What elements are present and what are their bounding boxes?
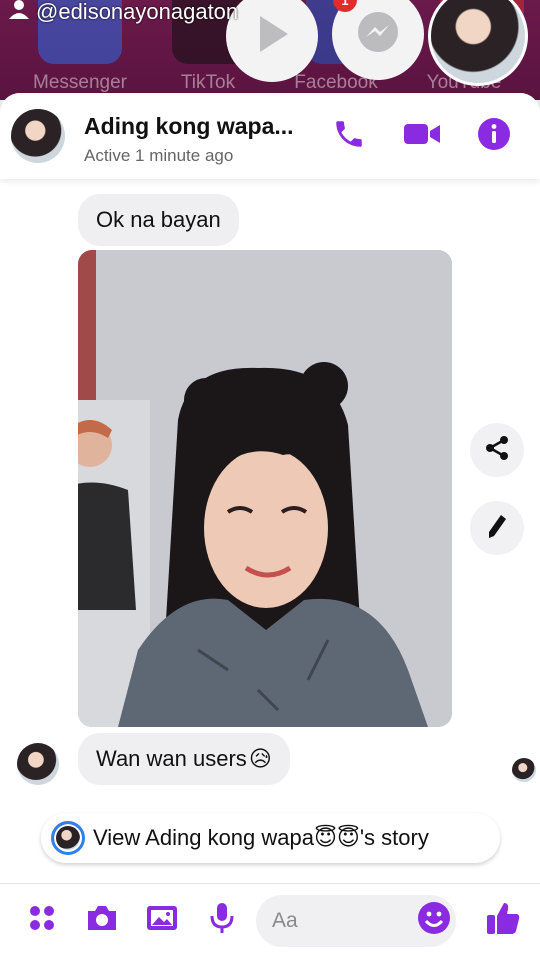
messenger-app-label: Messenger [33,72,127,93]
thumbs-up-icon [485,900,521,941]
play-icon [252,12,292,61]
active-status: Active 1 minute ago [84,146,234,165]
incoming-message[interactable]: Wan wan users 😥 [78,733,290,785]
pencil-icon [484,512,510,545]
gallery-button[interactable] [142,900,182,940]
story-label-emoji: 😇😇 [313,825,360,850]
share-button[interactable] [470,423,524,477]
chat-window: Ading kong wapa... Active 1 minute ago O… [0,93,540,960]
message-text: Ok na bayan [96,207,221,232]
message-emoji: 😥 [248,746,272,771]
sender-avatar[interactable] [17,743,59,785]
composer-bar: Aa [0,883,540,960]
chat-header: Ading kong wapa... Active 1 minute ago [0,93,540,179]
notification-count: 1 [341,0,349,8]
voice-call-button[interactable] [328,115,370,157]
like-button[interactable] [483,900,523,940]
contact-avatar[interactable] [11,109,65,163]
message-text: Wan wan users [96,746,247,771]
photo-message[interactable] [78,250,452,727]
edit-button[interactable] [470,501,524,555]
share-icon [483,434,511,467]
emoji-button[interactable] [414,900,454,940]
voice-message-button[interactable] [202,900,242,940]
video-call-button[interactable] [401,115,443,157]
gallery-icon [145,903,179,938]
story-label-suffix: 's story [359,825,429,850]
more-actions-button[interactable] [22,900,62,940]
photo-content [78,250,452,727]
story-label: View Ading kong wapa😇😇's story [93,825,429,851]
camera-button[interactable] [82,900,122,940]
seen-receipt-avatar [512,758,536,782]
contact-name[interactable]: Ading kong wapa... [84,113,294,140]
messenger-icon [355,9,401,60]
camera-icon [85,903,119,938]
incoming-message[interactable]: Ok na bayan [78,194,239,246]
info-icon [477,117,511,156]
story-label-prefix: View Ading kong wapa [93,825,314,850]
apps-grid-icon [28,904,56,937]
user-icon [8,0,30,25]
conversation-info-button[interactable] [473,115,515,157]
view-story-button[interactable]: View Ading kong wapa😇😇's story [41,813,500,863]
microphone-icon [209,901,235,940]
message-placeholder: Aa [272,909,298,932]
watermark: @edisonayonagaton [8,0,238,24]
story-avatar [51,821,85,855]
emoji-icon [417,901,451,940]
phone-icon [332,117,366,156]
watermark-handle: @edisonayonagaton [36,0,239,24]
video-camera-icon [402,119,442,154]
